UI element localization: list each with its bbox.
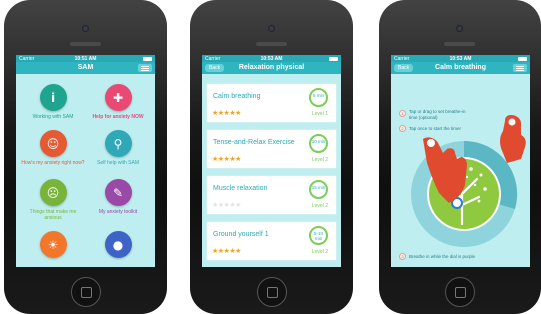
menu-item-help-for-anxiety-now[interactable]: ✚ Help for anxiety NOW [86, 84, 150, 120]
camera-icon [268, 25, 275, 32]
page-title: SAM [77, 64, 94, 71]
duration-badge: 5 min [309, 88, 328, 107]
hand-pointer-icon [500, 115, 526, 163]
menu-item-label: My anxiety toolkit [98, 209, 138, 215]
camera-icon [456, 25, 463, 32]
menu-item-label: Help for anxiety NOW [92, 114, 144, 120]
home-button[interactable] [445, 277, 475, 307]
exercise-title: Muscle relaxation [213, 185, 268, 192]
status-bar: Carrier 10:53 AM [202, 55, 341, 62]
speaker-grille [256, 42, 287, 46]
clock-label: 10:53 AM [260, 55, 283, 62]
people-icon: ● [104, 231, 132, 258]
menu-item-working-with-sam[interactable]: i Working with SAM [21, 84, 85, 120]
step-number: 2 [399, 125, 406, 132]
menu-item-partial-2[interactable]: ● [86, 231, 150, 258]
battery-icon [143, 56, 152, 61]
menu-item-self-help-with-sam[interactable]: ⚲ Self help with SAM [86, 130, 150, 166]
status-bar: Carrier 10:51 AM [16, 55, 155, 62]
menu-item-label: Things that make me anxious [29, 209, 77, 221]
speaker-grille [70, 42, 101, 46]
rating-stars[interactable]: ★★★★★ [212, 247, 241, 255]
home-button[interactable] [71, 277, 101, 307]
instruction-text: Tap once to start the timer [409, 126, 462, 131]
level-label: Level 2 [311, 157, 328, 163]
camera-icon [82, 25, 89, 32]
menu-item-label: Working with SAM [32, 114, 74, 120]
page-title: Relaxation physical [238, 64, 305, 71]
exercise-list: Calm breathing 5 min ★★★★★ Level 1 Tense… [202, 74, 341, 267]
screen-sam-home: Carrier 10:51 AM SAM i Working with SAM … [16, 55, 155, 267]
clock-label: 10:51 AM [74, 55, 97, 62]
wrench-icon: ✎ [104, 179, 132, 206]
nav-bar: SAM [16, 62, 155, 74]
instruction-text: Tap or drag to set breathe-in time (opti… [409, 109, 466, 120]
duration-badge: 10 min [309, 134, 328, 153]
step-number: 3 [399, 253, 406, 260]
menu-item-things-that-make-me-anxious[interactable]: ☹ Things that make me anxious [21, 179, 85, 221]
hand-pointer-icon [423, 137, 467, 203]
back-button[interactable]: Back [205, 64, 225, 72]
face-icon: ☹ [39, 179, 67, 206]
menu-item-partial-1[interactable]: ☀ [21, 231, 85, 258]
back-button[interactable]: Back [394, 64, 414, 72]
speaker-grille [444, 42, 475, 46]
hamburger-menu-icon[interactable] [138, 64, 152, 72]
step-number: 1 [399, 110, 406, 117]
exercise-title: Calm breathing [213, 93, 261, 100]
level-label: Level 2 [311, 249, 328, 255]
menu-item-label: Self help with SAM [97, 160, 139, 166]
rating-stars[interactable]: ★★★★★ [212, 109, 241, 117]
lifebuoy-icon: ✚ [104, 84, 132, 111]
hamburger-menu-icon[interactable] [513, 64, 527, 72]
level-label: Level 1 [311, 111, 328, 117]
duration-badge: 15 min [309, 180, 328, 199]
home-button[interactable] [257, 277, 287, 307]
status-bar: Carrier 10:53 AM [391, 55, 530, 62]
list-item[interactable]: Ground yourself 1 5-10 min ★★★★★ Level 2 [206, 221, 337, 261]
list-item[interactable]: Calm breathing 5 min ★★★★★ Level 1 [206, 83, 337, 123]
face-icon: ☺ [39, 130, 67, 157]
home-menu-grid: i Working with SAM ✚ Help for anxiety NO… [16, 74, 155, 267]
battery-icon [329, 56, 338, 61]
exercise-title: Ground yourself 1 [213, 231, 269, 238]
rating-stars[interactable]: ★★★★★ [212, 155, 241, 163]
sun-icon: ☀ [39, 231, 67, 258]
list-item[interactable]: Muscle relaxation 15 min ★★★★★ Level 2 [206, 175, 337, 215]
menu-item-hows-my-anxiety[interactable]: ☺ How's my anxiety right now? [21, 130, 85, 166]
duration-badge: 5-10 min [309, 226, 328, 245]
list-item[interactable]: Tense-and-Relax Exercise 10 min ★★★★★ Le… [206, 129, 337, 169]
magnifier-icon: ⚲ [104, 130, 132, 157]
level-label: Level 2 [311, 203, 328, 209]
instruction-text: Breathe in while the dial is purple [409, 254, 476, 259]
menu-item-label: How's my anxiety right now? [21, 160, 85, 166]
rating-stars[interactable]: ★★★★★ [212, 201, 241, 209]
phone-frame-1: Carrier 10:51 AM SAM i Working with SAM … [4, 0, 167, 314]
nav-bar: Back Relaxation physical [202, 62, 341, 74]
screen-relaxation-physical: Carrier 10:53 AM Back Relaxation physica… [202, 55, 341, 267]
exercise-title: Tense-and-Relax Exercise [213, 139, 295, 146]
nav-bar: Back Calm breathing [391, 62, 530, 74]
clock-label: 10:53 AM [449, 55, 472, 62]
page-title: Calm breathing [435, 64, 486, 71]
screen-calm-breathing: Carrier 10:53 AM Back Calm breathing 1 T… [391, 55, 530, 267]
phone-frame-2: Carrier 10:53 AM Back Relaxation physica… [190, 0, 353, 314]
phone-frame-3: Carrier 10:53 AM Back Calm breathing 1 T… [379, 0, 541, 314]
menu-item-my-anxiety-toolkit[interactable]: ✎ My anxiety toolkit [86, 179, 150, 215]
info-icon: i [39, 84, 67, 111]
battery-icon [518, 56, 527, 61]
